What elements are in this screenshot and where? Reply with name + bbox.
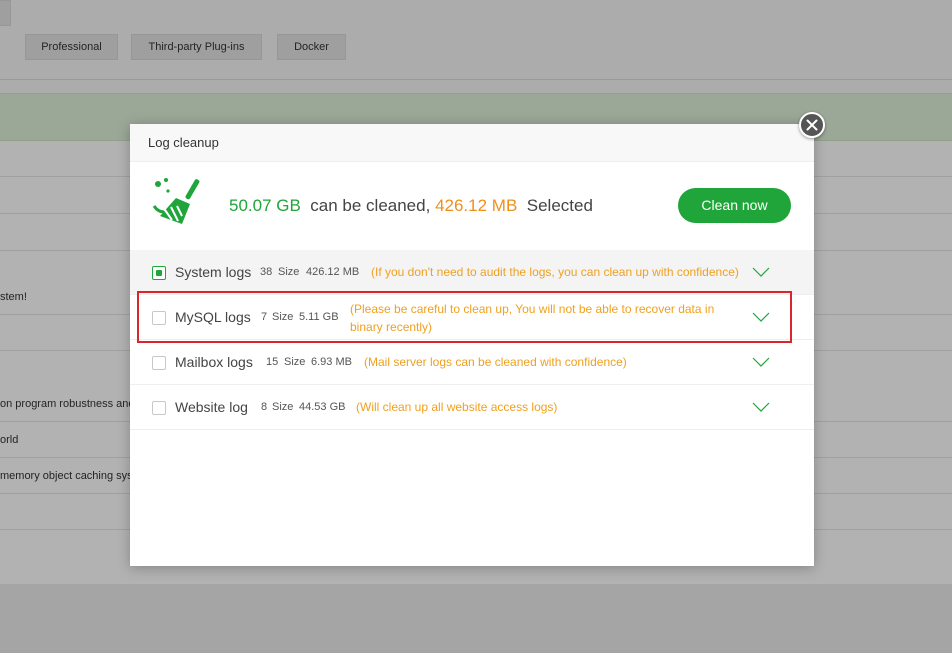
checkbox-mailbox-logs[interactable] <box>152 356 166 370</box>
summary-text: 50.07 GB can be cleaned, 426.12 MB Selec… <box>229 162 593 250</box>
log-name: Mailbox logs <box>175 354 253 370</box>
close-dialog-button[interactable] <box>799 112 825 138</box>
checkbox-system-logs[interactable] <box>152 266 166 280</box>
log-count: 7 <box>261 311 268 323</box>
chevron-down-icon[interactable] <box>752 267 770 277</box>
log-note: (Mail server logs can be cleaned with co… <box>364 355 627 369</box>
broom-icon <box>152 178 200 224</box>
log-count: 38 <box>260 266 273 278</box>
log-row-mailbox[interactable]: Mailbox logs 15 Size 6.93 MB (Mail serve… <box>130 340 814 385</box>
log-list: System logs 38 Size 426.12 MB (If you do… <box>130 250 814 430</box>
log-row-mysql[interactable]: MySQL logs 7 Size 5.11 GB (Please be car… <box>130 295 814 340</box>
log-name: Website log <box>175 399 248 415</box>
log-name: MySQL logs <box>175 309 251 325</box>
log-note: (Please be careful to clean up, You will… <box>350 302 715 334</box>
log-count: 8 <box>261 401 268 413</box>
chevron-down-icon[interactable] <box>752 402 770 412</box>
log-row-system[interactable]: System logs 38 Size 426.12 MB (If you do… <box>130 250 814 295</box>
dialog-title: Log cleanup <box>130 124 814 162</box>
log-note: (If you don't need to audit the logs, yo… <box>371 265 739 279</box>
log-row-website[interactable]: Website log 8 Size 44.53 GB (Will clean … <box>130 385 814 430</box>
log-size: 6.93 MB <box>311 356 352 368</box>
close-icon <box>806 119 818 131</box>
log-size: 426.12 MB <box>306 266 360 278</box>
checkbox-mysql-logs[interactable] <box>152 311 166 325</box>
log-size: 5.11 GB <box>299 311 339 323</box>
log-count: 15 <box>266 356 279 368</box>
summary-mid-text: can be cleaned, <box>310 196 431 215</box>
summary-end-text: Selected <box>526 196 593 215</box>
log-size: 44.53 GB <box>299 401 346 413</box>
log-size-label: Size <box>284 356 306 368</box>
log-name: System logs <box>175 264 252 280</box>
clean-now-button[interactable]: Clean now <box>678 188 791 223</box>
chevron-down-icon[interactable] <box>752 312 770 322</box>
cleanup-summary: 50.07 GB can be cleaned, 426.12 MB Selec… <box>130 162 814 250</box>
chevron-down-icon[interactable] <box>752 357 770 367</box>
log-size-label: Size <box>278 266 300 278</box>
log-size-label: Size <box>272 311 294 323</box>
selected-size: 426.12 MB <box>435 196 518 215</box>
log-cleanup-dialog: Log cleanup 50.07 GB can be cleaned, 426… <box>130 124 814 566</box>
total-cleanable-size: 50.07 GB <box>229 196 301 215</box>
log-note: (Will clean up all website access logs) <box>356 400 558 414</box>
checkbox-website-log[interactable] <box>152 401 166 415</box>
log-size-label: Size <box>272 401 294 413</box>
